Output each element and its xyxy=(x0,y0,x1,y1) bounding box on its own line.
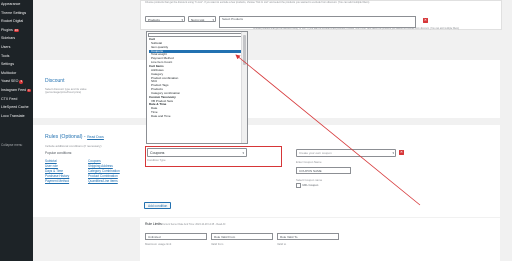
sidebar-item-sidebars[interactable]: Sidebars xyxy=(1,36,15,40)
rule-limit-hint: Maximum usage limit xyxy=(145,242,172,246)
condition-type-dropdown[interactable]: Cart Subtotal Item quantity Coupons Total we… xyxy=(146,31,248,144)
sidebar-item-ctx-feed[interactable]: CTX Feed xyxy=(1,97,17,101)
rules-panel: Rules (Optional) - Read Docs Include add… xyxy=(33,125,500,217)
chevron-down-icon: ▾ xyxy=(392,151,394,155)
product-search-input[interactable]: Select Products xyxy=(219,16,416,28)
condition-link[interactable]: Product Combination xyxy=(88,174,118,178)
condition-link[interactable]: Category Combination xyxy=(88,169,120,173)
sidebar-item-plugins[interactable]: Plugins 16 xyxy=(1,27,19,33)
collapse-menu-button[interactable]: Collapse menu xyxy=(1,143,22,147)
rule-limits-panel: Rule Limits Current Server Date And Time… xyxy=(140,218,500,261)
condition-type-select[interactable]: Coupons ▾ xyxy=(147,148,247,157)
sidebar-item-appearance[interactable]: Appearance xyxy=(1,2,20,6)
sidebar-item-loco-translate[interactable]: Loco Translate xyxy=(1,114,25,118)
chevron-down-icon: ▾ xyxy=(181,18,183,22)
dropdown-scrollbar[interactable] xyxy=(241,32,247,143)
dropdown-option[interactable]: Date and Time xyxy=(149,114,171,119)
filter-type-select[interactable]: Products ▾ xyxy=(145,16,185,22)
sidebar-item-instagram-feed[interactable]: Instagram Feed 1 xyxy=(1,88,31,93)
condition-link[interactable]: Payment Method xyxy=(45,179,69,183)
sidebar-item-label: Users xyxy=(1,45,11,49)
sidebar-item-label: Settings xyxy=(1,62,14,67)
rule-limit-value: Rule Valid From xyxy=(214,235,236,239)
condition-link[interactable]: Subtotal xyxy=(45,159,57,163)
add-condition-button[interactable]: Add condition xyxy=(144,202,172,209)
discount-title: Discount xyxy=(45,78,65,84)
sidebar-item-tools[interactable]: Tools xyxy=(1,54,9,58)
sidebar-item-label: Sidebars xyxy=(1,36,16,41)
sidebar-item-label: Rocket Digital xyxy=(1,19,24,24)
sidebar-item-label: Tools xyxy=(1,53,10,58)
chevron-down-icon: ▾ xyxy=(212,18,214,22)
coupon-name-input[interactable]: COUPON NAME xyxy=(296,167,351,174)
condition-type-hint: Condition Type xyxy=(147,158,166,162)
filter-operator-value: Not in List xyxy=(191,18,205,22)
sidebar-item-label: Plugins xyxy=(1,27,13,32)
condition-link[interactable]: Quantities/Line items xyxy=(88,179,118,183)
count-badge: 16 xyxy=(13,27,19,33)
scrollbar-thumb[interactable] xyxy=(243,35,246,65)
sidebar-item-label: Appearance xyxy=(1,2,21,6)
url-coupon-label: URL Coupon xyxy=(302,183,319,187)
sidebar-item-multicolor[interactable]: Multicolor xyxy=(1,71,16,75)
sidebar-item-users[interactable]: Users xyxy=(1,45,10,49)
filter-type-value: Products xyxy=(148,18,160,22)
rule-limit-field[interactable]: Rule Valid To xyxy=(277,233,339,240)
discount-description: Select discount type and its value (perc… xyxy=(45,87,87,95)
filter-panel: Choose products that get the discount us… xyxy=(140,0,502,30)
rule-limits-title: Rule Limits xyxy=(145,222,162,226)
dropdown-search-input[interactable] xyxy=(148,33,242,37)
coupon-name-sub: Select Coupon name xyxy=(296,178,323,182)
sidebar-item-label: Yoast SEO xyxy=(1,79,19,84)
remove-condition-button[interactable]: ✕ xyxy=(399,150,404,155)
sidebar-item-litespeed-cache[interactable]: LiteSpeed Cache xyxy=(1,105,29,109)
rule-limit-hint: Valid from xyxy=(211,242,224,246)
coupon-name-placeholder: COUPON NAME xyxy=(299,169,322,173)
popular-conditions-label: Popular conditions: xyxy=(45,151,73,155)
sidebar-item-rocket-digital[interactable]: Rocket Digital xyxy=(1,19,23,23)
chevron-down-icon: ▾ xyxy=(242,151,244,155)
coupon-operator-select[interactable]: Create your own coupon ▾ xyxy=(296,149,396,157)
count-badge: 3 xyxy=(19,79,24,84)
read-docs-link[interactable]: Read Docs xyxy=(87,135,104,139)
rule-limit-value: Rule Valid To xyxy=(280,235,298,239)
rule-limits-meta: Current Server Date And Time: 2023-10-28… xyxy=(162,223,226,226)
sidebar-item-yoast-seo[interactable]: Yoast SEO 3 xyxy=(1,79,24,84)
condition-link[interactable]: Coupons xyxy=(88,159,101,163)
condition-link[interactable]: User role xyxy=(45,164,58,168)
rules-description: Include additional conditions (if necess… xyxy=(45,144,102,148)
sidebar-item-label: Multicolor xyxy=(1,70,17,75)
sidebar-item-settings[interactable]: Settings xyxy=(1,62,14,66)
rule-limit-value: Unlimited xyxy=(148,235,161,239)
rules-title-text: Rules (Optional) - xyxy=(45,134,86,140)
count-badge: 1 xyxy=(27,88,31,93)
sidebar-item-label: Theme Settings xyxy=(1,10,27,15)
condition-link[interactable]: Shipping Address xyxy=(88,164,113,168)
checkbox-icon[interactable] xyxy=(296,183,301,188)
rule-limit-field[interactable]: Rule Valid From xyxy=(211,233,273,240)
condition-type-value: Coupons xyxy=(150,151,165,155)
sidebar-item-label: Instagram Feed xyxy=(1,88,27,92)
rule-limit-field[interactable]: Unlimited xyxy=(145,233,207,240)
condition-link[interactable]: Purchase History xyxy=(45,174,69,178)
filter-hint: Choose products that get the discount us… xyxy=(145,1,370,4)
remove-filter-button[interactable]: ✕ xyxy=(423,18,428,23)
coupon-operator-value: Create your own coupon xyxy=(299,151,332,155)
filter-operator-select[interactable]: Not in List ▾ xyxy=(188,16,216,22)
product-search-placeholder: Select Products xyxy=(222,17,244,21)
sidebar-item-label: CTX Feed xyxy=(1,96,18,101)
rules-title: Rules (Optional) - Read Docs xyxy=(45,134,104,140)
rule-limit-hint: Valid to xyxy=(277,242,287,246)
coupon-name-hint: Enter Coupon Name xyxy=(296,160,322,164)
sidebar-item-label: LiteSpeed Cache xyxy=(1,105,29,110)
admin-sidebar: Appearance Theme Settings Rocket Digital Pl… xyxy=(0,0,33,261)
discount-panel: Discount Select discount type and its va… xyxy=(33,60,500,118)
sidebar-item-label: Loco Translate xyxy=(1,113,25,118)
sidebar-item-theme-settings[interactable]: Theme Settings xyxy=(1,11,26,15)
condition-link[interactable]: Days & Time xyxy=(45,169,63,173)
url-coupon-option[interactable]: URL Coupon xyxy=(296,183,318,188)
filter-hint-2: Choose products that get the discount us… xyxy=(253,28,460,30)
